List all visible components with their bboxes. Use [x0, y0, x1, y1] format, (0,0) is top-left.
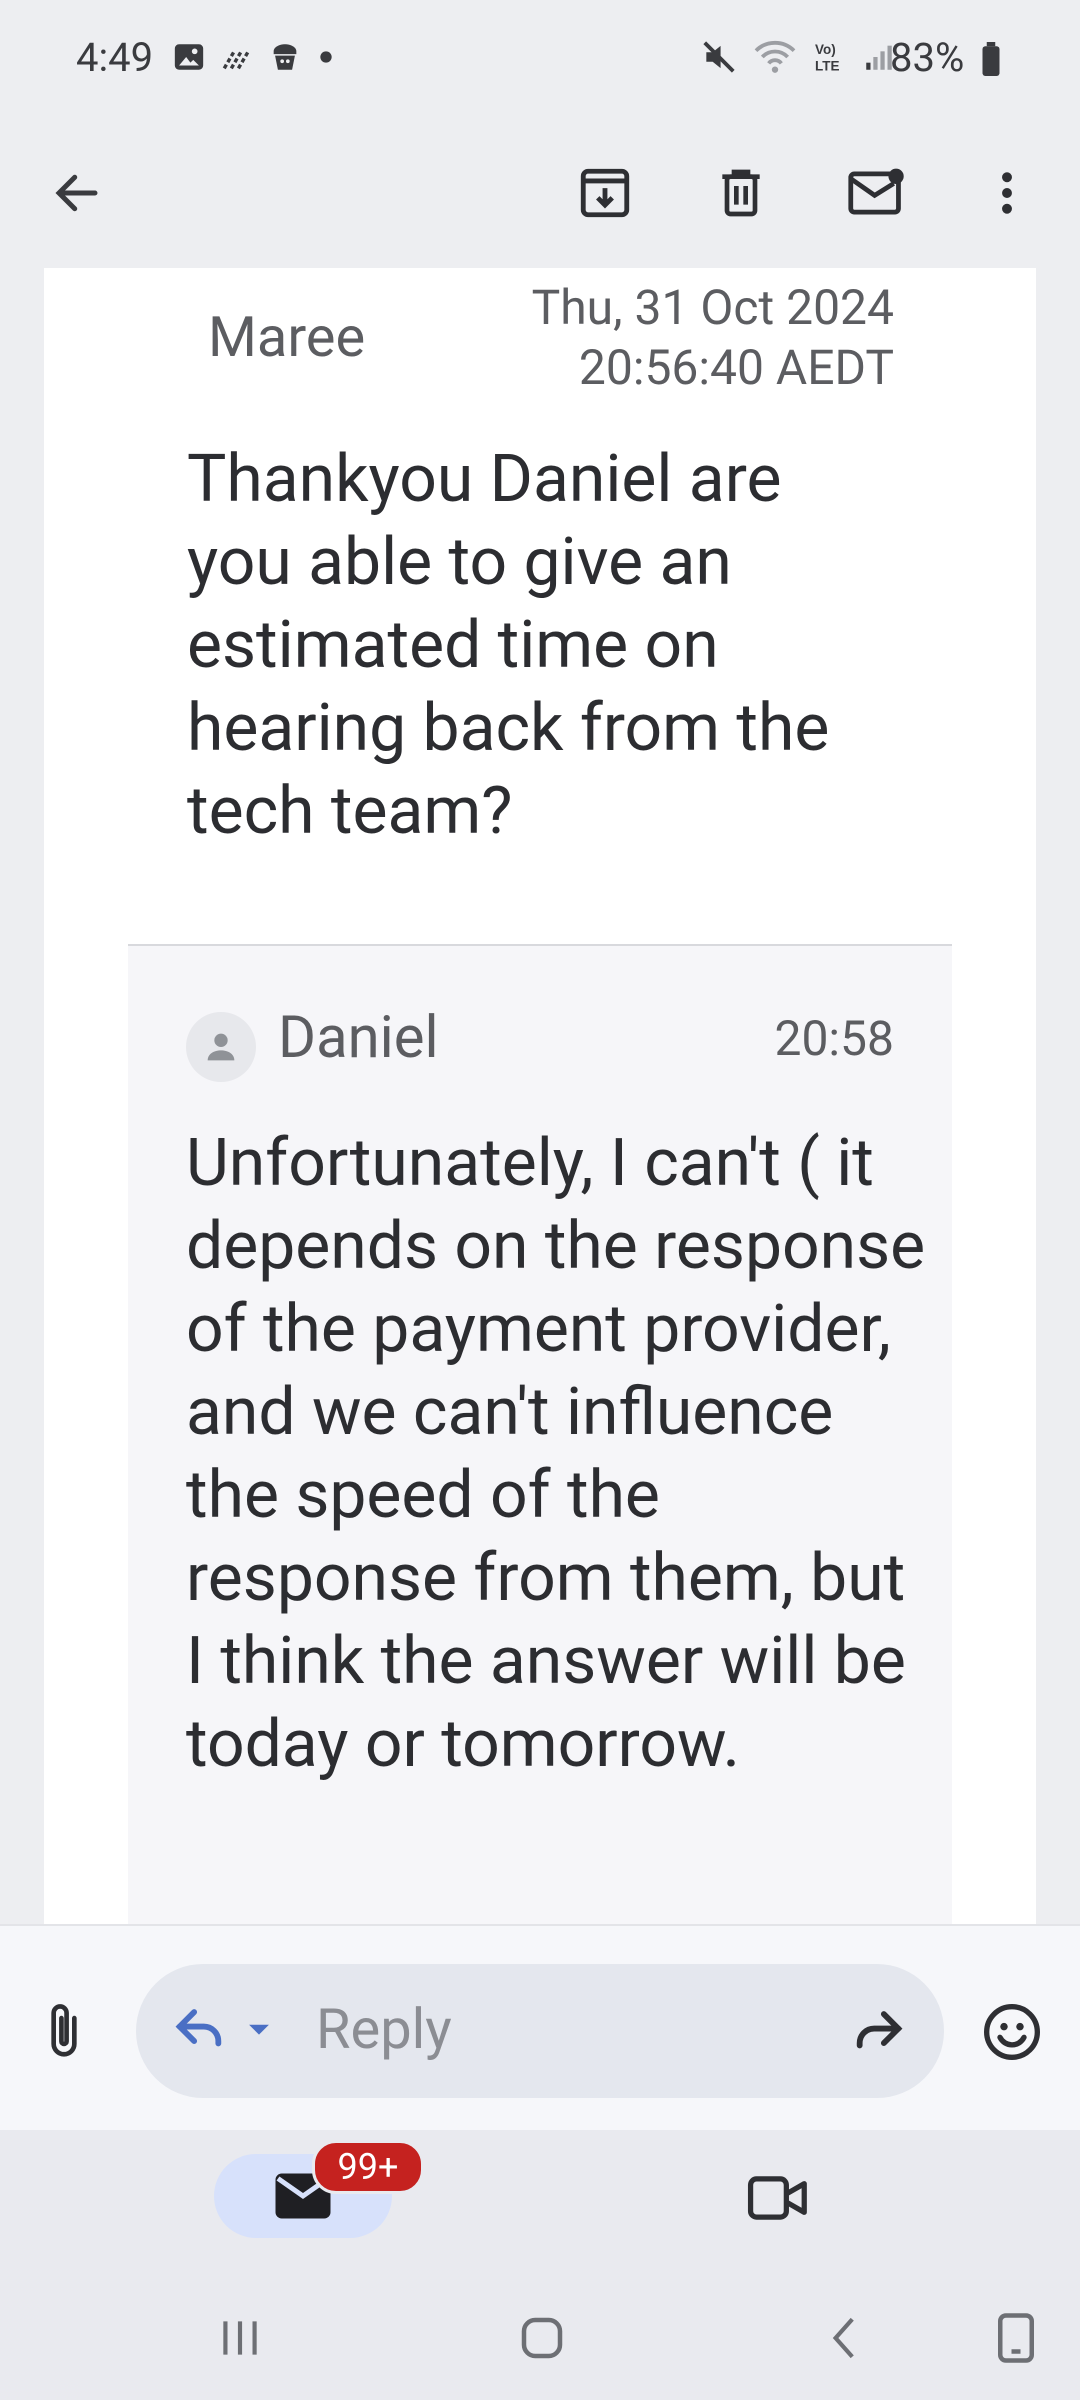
forward-button[interactable] [848, 2000, 910, 2062]
message-date: Thu, 31 Oct 2024 20:56:40 AEDT [474, 278, 894, 398]
gallery-icon [174, 44, 204, 70]
battery-percent: 83% [890, 34, 965, 81]
dropdown-arrow-icon [249, 2024, 269, 2035]
system-back-button[interactable] [806, 2298, 886, 2378]
volte-icon: Vo) LTE [815, 42, 840, 74]
recent-apps-icon [223, 2321, 257, 2355]
battery-icon [982, 42, 1000, 76]
app-icon [273, 44, 297, 70]
mute-icon [703, 41, 735, 73]
quoted-message-body: Unfortunately, I can't ( it depends on t… [186, 1125, 926, 1783]
delete-button[interactable] [696, 148, 786, 238]
forward-icon [856, 2011, 903, 2049]
avatar [186, 1012, 256, 1082]
sender-name[interactable]: Maree [208, 304, 365, 370]
svg-text:Vo): Vo) [815, 42, 836, 57]
message-body: Thankyou Daniel are you able to give an … [187, 441, 830, 850]
delete-icon [722, 169, 760, 217]
emoji-button[interactable] [976, 1996, 1048, 2068]
meet-tab[interactable] [738, 2158, 818, 2238]
mark-unread-icon [848, 168, 904, 215]
message-date-line2: 20:56:40 AEDT [578, 339, 894, 396]
reply-input[interactable]: Reply [136, 1964, 944, 2098]
top-toolbar [0, 120, 1080, 268]
wifi-icon [754, 40, 796, 73]
status-bar: 4:49 Vo) LTE 83% [0, 0, 1080, 120]
more-options-icon [1002, 172, 1012, 214]
person-icon [207, 1033, 235, 1061]
archive-button[interactable] [560, 148, 650, 238]
archive-icon [580, 168, 630, 218]
more-options-button[interactable] [962, 148, 1052, 238]
attachment-icon [51, 2004, 77, 2057]
chevron-left-icon [832, 2317, 854, 2359]
reply-placeholder: Reply [316, 1996, 452, 2062]
notification-dot-icon [320, 51, 332, 63]
system-nav-bar [0, 2270, 1080, 2400]
email-thread[interactable]: Maree Thu, 31 Oct 2024 20:56:40 AEDT Tha… [44, 268, 1036, 1924]
mark-unread-button[interactable] [832, 148, 922, 238]
attach-button[interactable] [34, 1996, 94, 2066]
signal-dots-icon [222, 50, 250, 70]
status-time: 4:49 [76, 34, 154, 81]
quoted-sender-name: Daniel [278, 1004, 439, 1072]
status-left-icons [172, 40, 336, 74]
recent-apps-button[interactable] [200, 2298, 280, 2378]
phone-rotate-icon [998, 2313, 1034, 2363]
home-button[interactable] [502, 2298, 582, 2378]
quoted-time: 20:58 [774, 1010, 894, 1067]
emoji-icon [984, 2004, 1040, 2060]
bottom-nav: 99+ [0, 2130, 1080, 2270]
unread-badge: 99+ [312, 2140, 424, 2194]
home-icon [521, 2317, 563, 2359]
reply-bar: Reply [0, 1924, 1080, 2132]
keyboard-switch-button[interactable] [976, 2298, 1056, 2378]
status-right-icons: Vo) LTE [700, 38, 896, 76]
back-button[interactable] [32, 148, 122, 238]
video-camera-icon [747, 2176, 807, 2220]
quoted-message[interactable]: Daniel 20:58 Unfortunately, I can't ( it… [128, 946, 952, 1924]
back-arrow-icon [55, 174, 98, 212]
reply-mode-selector[interactable] [170, 2000, 276, 2058]
reply-icon [175, 2009, 222, 2047]
message-date-line1: Thu, 31 Oct 2024 [531, 279, 894, 336]
svg-text:LTE: LTE [815, 59, 840, 74]
